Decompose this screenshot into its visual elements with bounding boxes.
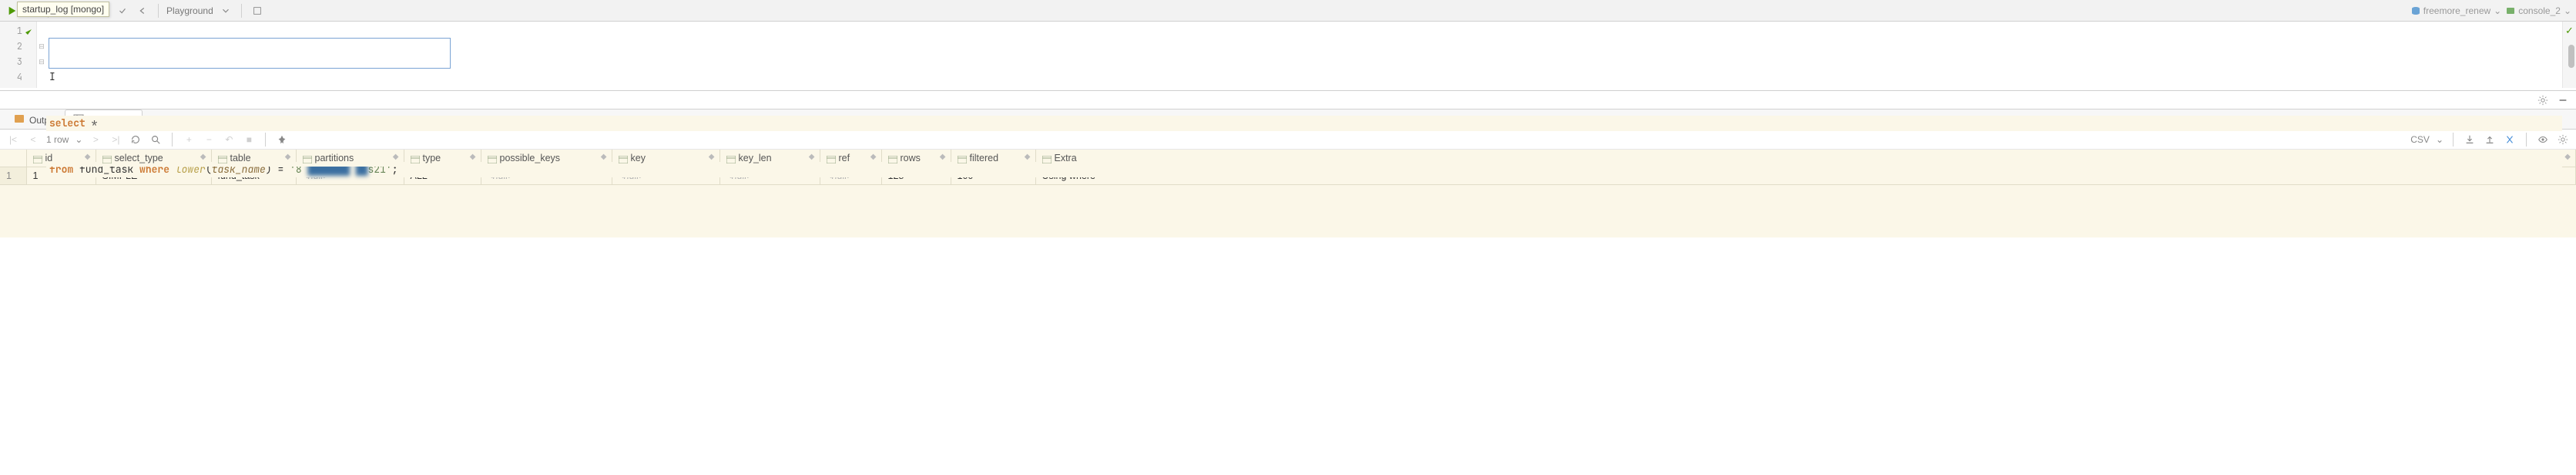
col-header[interactable]: table◆ xyxy=(211,150,296,167)
prev-page-icon[interactable]: < xyxy=(26,133,40,147)
col-header[interactable]: ref◆ xyxy=(820,150,881,167)
col-header[interactable]: Extra◆ xyxy=(1035,150,2576,167)
output-icon xyxy=(14,113,25,126)
console-icon xyxy=(2506,6,2515,15)
next-page-icon[interactable]: > xyxy=(89,133,102,147)
console-tab[interactable]: console_2 ⌄ xyxy=(2506,5,2571,16)
chevron-down-icon[interactable] xyxy=(218,3,233,19)
fold-column: ⊟ ⊟ xyxy=(37,22,46,88)
ide-database-console: startup_log [mongo] Tx: Auto Playground xyxy=(0,0,2576,238)
header-row: id◆ select_type◆ table◆ partitions◆ type… xyxy=(0,150,2576,167)
col-header[interactable]: type◆ xyxy=(404,150,481,167)
col-header[interactable]: possible_keys◆ xyxy=(481,150,612,167)
line-gutter: 1 2 3 4 xyxy=(0,22,37,88)
chevron-down-icon: ⌄ xyxy=(2494,5,2501,16)
corner-cell xyxy=(0,150,26,167)
remove-row-icon[interactable]: − xyxy=(202,133,216,147)
datasource-tooltip: startup_log [mongo] xyxy=(17,2,109,17)
check-icon: ✓ xyxy=(2565,25,2574,37)
code-area[interactable]: I select * from fund_task where lower(ta… xyxy=(46,22,2562,88)
col-header[interactable]: rows◆ xyxy=(881,150,951,167)
settings-icon[interactable] xyxy=(250,3,265,19)
col-header[interactable]: filtered◆ xyxy=(951,150,1035,167)
fold-end-icon[interactable]: ⊟ xyxy=(37,54,46,69)
chevron-down-icon: ⌄ xyxy=(2564,5,2571,16)
sql-editor[interactable]: 1 2 3 4 ⊟ ⊟ I select * from fund_task wh… xyxy=(0,22,2576,88)
tab-label: freemore_renew xyxy=(2423,5,2490,16)
check-icon xyxy=(24,26,33,35)
add-row-icon[interactable]: + xyxy=(182,133,196,147)
scrollbar-thumb[interactable] xyxy=(2568,45,2574,68)
console-toolbar: startup_log [mongo] Tx: Auto Playground xyxy=(0,0,2576,22)
first-page-icon[interactable]: |< xyxy=(6,133,20,147)
top-right-tabs: freemore_renew ⌄ console_2 ⌄ xyxy=(2411,5,2571,16)
revert-icon[interactable]: ↶ xyxy=(222,133,236,147)
last-page-icon[interactable]: >| xyxy=(109,133,122,147)
selection-indicator xyxy=(49,38,451,69)
fold-start-icon[interactable]: ⊟ xyxy=(37,39,46,54)
editor-marker-bar: ✓ xyxy=(2562,22,2576,88)
playground-label[interactable]: Playground xyxy=(166,5,213,16)
col-header[interactable]: id◆ xyxy=(26,150,96,167)
col-header[interactable]: partitions◆ xyxy=(296,150,404,167)
rollback-icon[interactable] xyxy=(135,3,150,19)
tab-label: console_2 xyxy=(2518,5,2561,16)
datasource-tab[interactable]: freemore_renew ⌄ xyxy=(2411,5,2501,16)
col-header[interactable]: key_len◆ xyxy=(719,150,820,167)
col-header[interactable]: key◆ xyxy=(612,150,719,167)
col-header[interactable]: select_type◆ xyxy=(96,150,211,167)
stop-icon[interactable]: ■ xyxy=(242,133,256,147)
row-number: 1 xyxy=(0,167,26,185)
database-icon xyxy=(2411,6,2420,15)
commit-icon[interactable] xyxy=(115,3,130,19)
